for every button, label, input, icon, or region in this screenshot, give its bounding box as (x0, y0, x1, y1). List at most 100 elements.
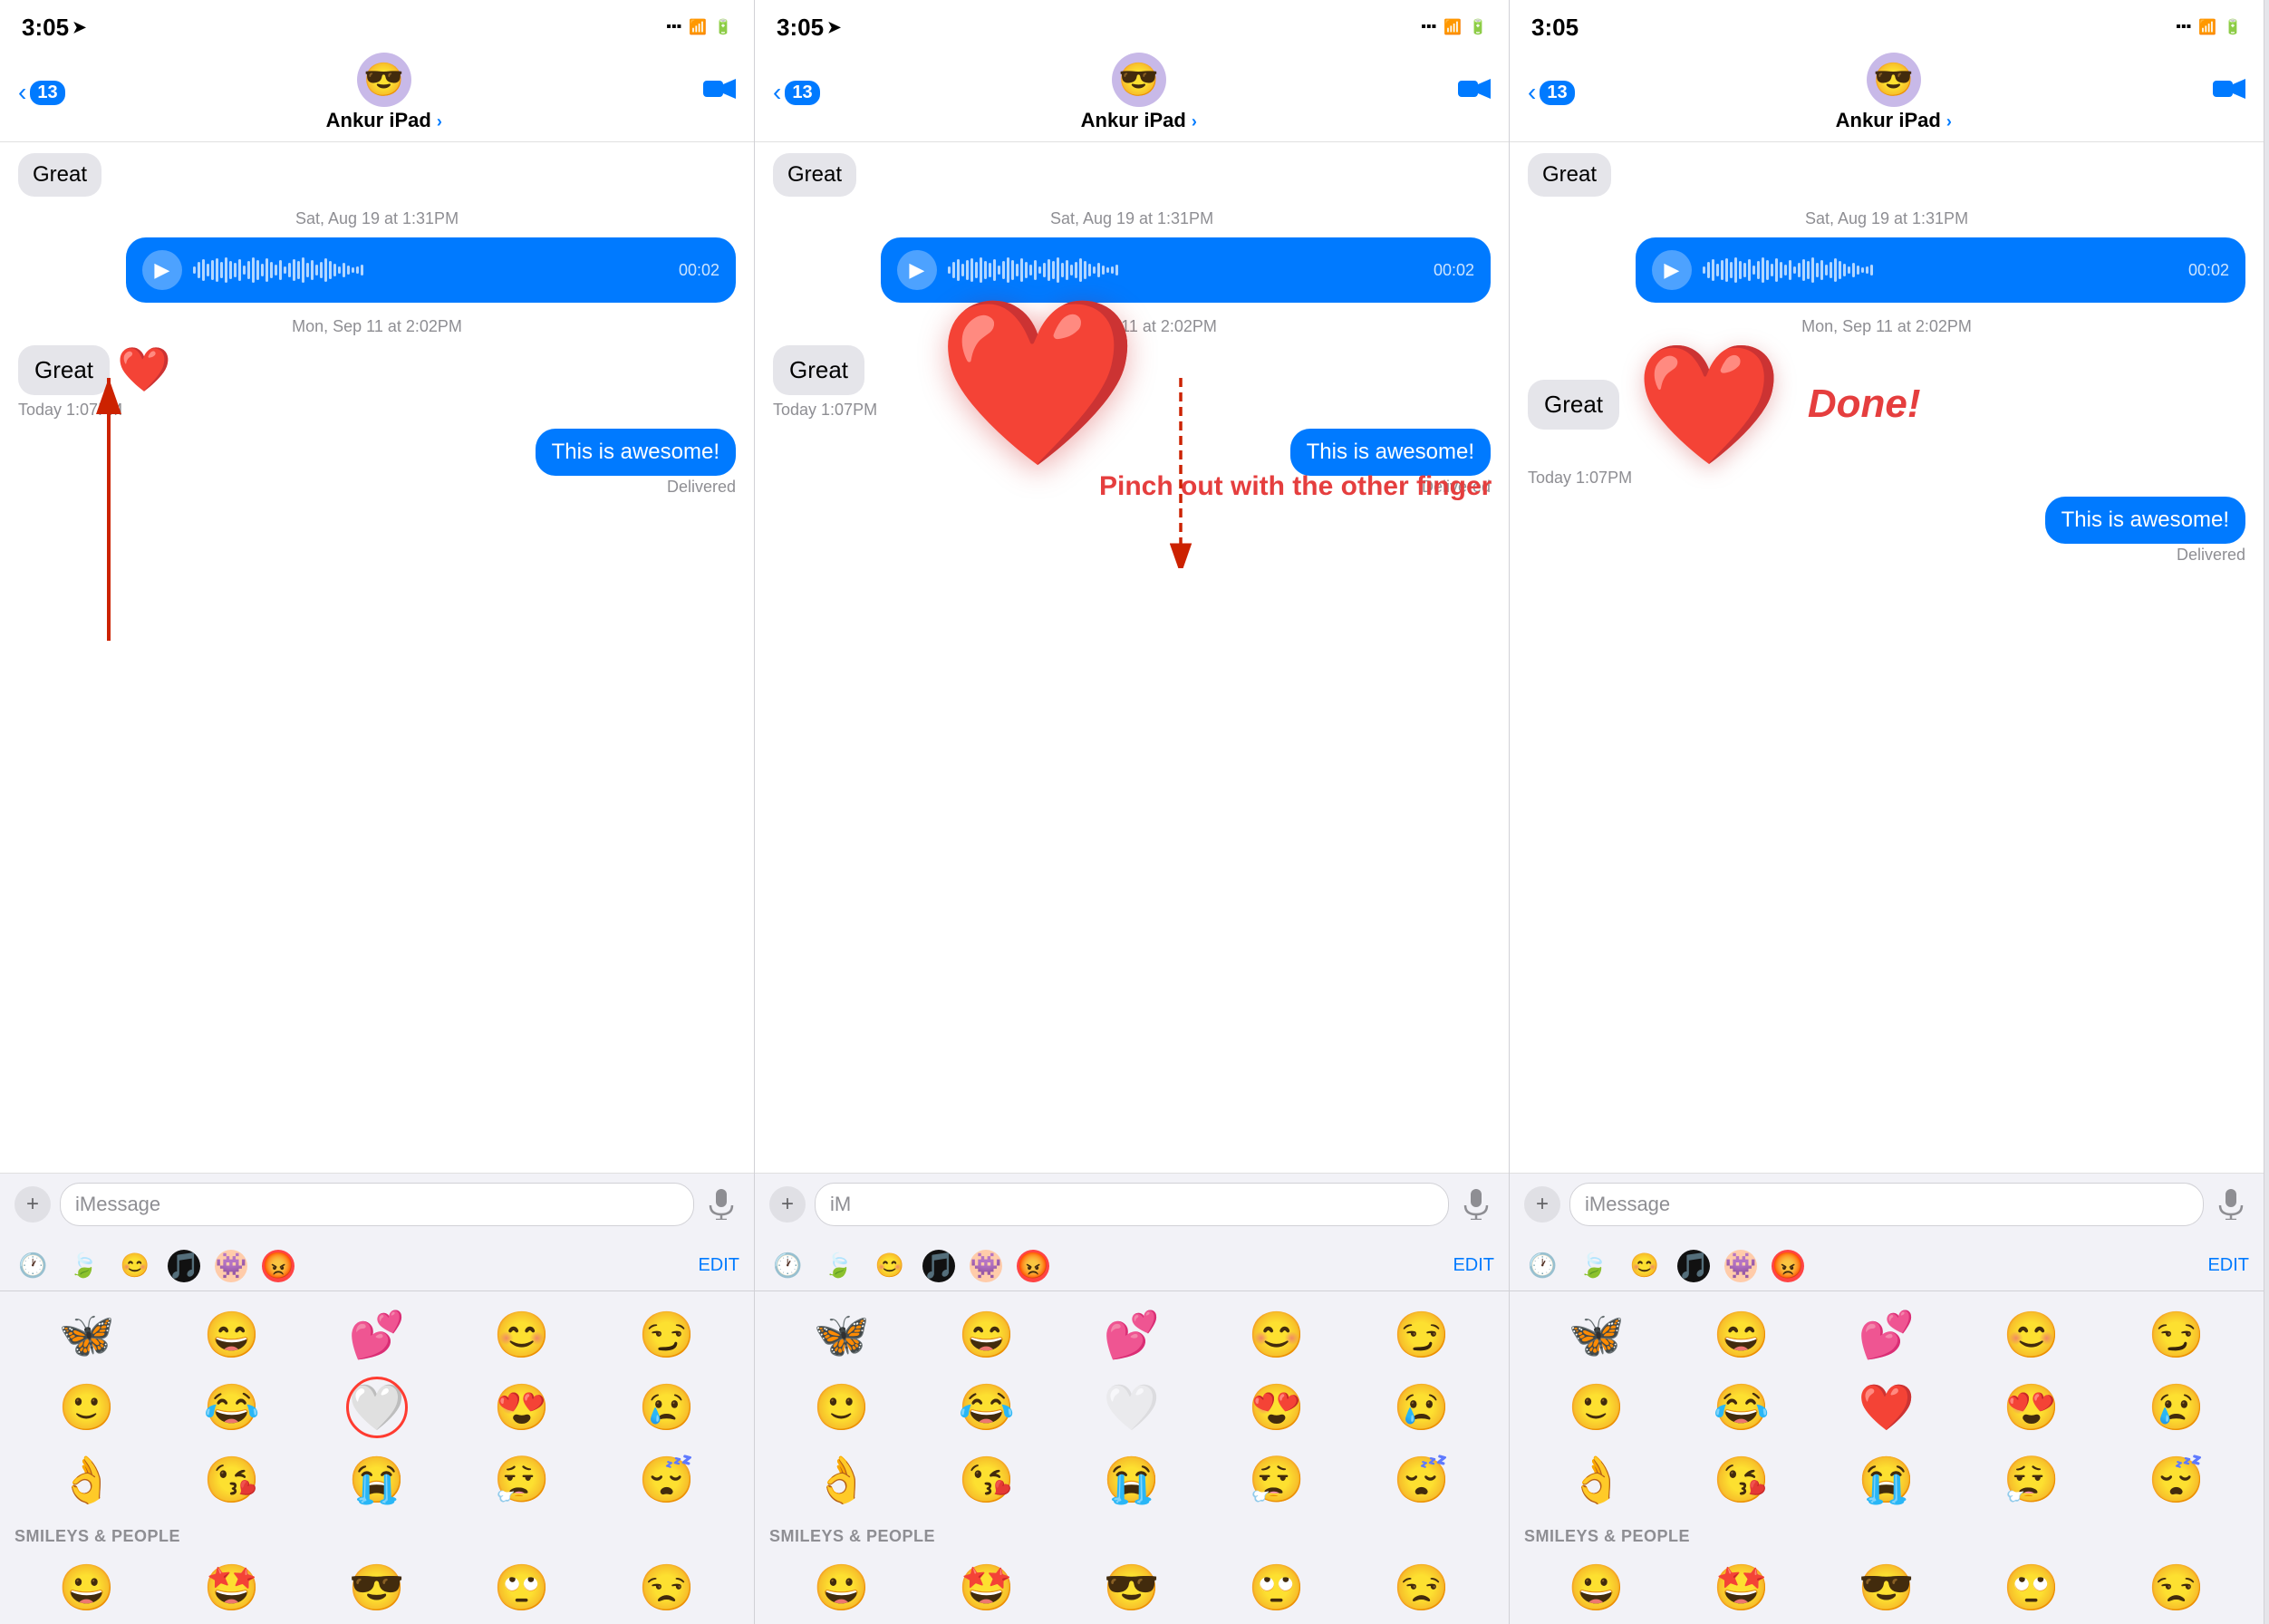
custom-tab-3-a[interactable]: 🎵 (1677, 1250, 1710, 1282)
message-input-2[interactable]: iM (815, 1183, 1449, 1226)
mic-button-3[interactable] (2213, 1186, 2249, 1223)
emoji-sob-1[interactable]: 😭 (304, 1444, 449, 1516)
emoji-sad-3[interactable]: 😢 (2104, 1371, 2249, 1444)
emoji-hearts-1[interactable]: 💕 (304, 1299, 449, 1371)
message-input-1[interactable]: iMessage (60, 1183, 694, 1226)
emoji-sleep-1[interactable]: 😴 (594, 1444, 739, 1516)
emoji-kiss-1[interactable]: 😘 (159, 1444, 304, 1516)
emoji-ok-1[interactable]: 👌 (14, 1444, 159, 1516)
emoji-exhale-1[interactable]: 😮‍💨 (449, 1444, 594, 1516)
emoji-extra-2c[interactable]: 😎 (1059, 1552, 1204, 1624)
emoji-extra-1b[interactable]: 🤩 (159, 1552, 304, 1624)
emoji-cry-laugh-2[interactable]: 😂 (914, 1371, 1059, 1444)
contact-header-3[interactable]: 😎 Ankur iPad › (1836, 53, 1952, 132)
emoji-extra-3a[interactable]: 😀 (1524, 1552, 1669, 1624)
emoji-heart-eyes-3[interactable]: 😍 (1959, 1371, 2104, 1444)
emoji-exhale-3[interactable]: 😮‍💨 (1959, 1444, 2104, 1516)
recent-tab-3[interactable]: 🕐 (1524, 1248, 1560, 1283)
emoji-ok-2[interactable]: 👌 (769, 1444, 914, 1516)
emoji-sob-2[interactable]: 😭 (1059, 1444, 1204, 1516)
contact-header-2[interactable]: 😎 Ankur iPad › (1081, 53, 1197, 132)
emoji-white-heart-2[interactable]: 🤍 (1059, 1371, 1204, 1444)
emoji-extra-3e[interactable]: 😒 (2104, 1552, 2249, 1624)
mic-button-2[interactable] (1458, 1186, 1494, 1223)
video-call-button-1[interactable] (703, 77, 736, 108)
emoji-cry-laugh-1[interactable]: 😂 (159, 1371, 304, 1444)
emoji-sob-3[interactable]: 😭 (1814, 1444, 1959, 1516)
custom-tab-2-c[interactable]: 😡 (1017, 1250, 1049, 1282)
mic-button-1[interactable] (703, 1186, 739, 1223)
emoji-heart-eyes-2[interactable]: 😍 (1204, 1371, 1349, 1444)
emoji-grin-1[interactable]: 😄 (159, 1299, 304, 1371)
contact-header-1[interactable]: 😎 Ankur iPad › (326, 53, 442, 132)
emoji-wink-3[interactable]: 😏 (2104, 1299, 2249, 1371)
emoji-extra-1d[interactable]: 🙄 (449, 1552, 594, 1624)
nature-tab-1[interactable]: 🍃 (65, 1248, 101, 1283)
emoji-butterfly-2[interactable]: 🦋 (769, 1299, 914, 1371)
emoji-smile-2[interactable]: 😊 (1204, 1299, 1349, 1371)
emoji-grin-3[interactable]: 😄 (1669, 1299, 1814, 1371)
play-button-1[interactable]: ▶ (142, 250, 182, 290)
emoji-extra-3c[interactable]: 😎 (1814, 1552, 1959, 1624)
emoji-smile2-1[interactable]: 🙂 (14, 1371, 159, 1444)
emoji-extra-3b[interactable]: 🤩 (1669, 1552, 1814, 1624)
emoji-sleep-2[interactable]: 😴 (1349, 1444, 1494, 1516)
emoji-grin-2[interactable]: 😄 (914, 1299, 1059, 1371)
smileys-tab-2[interactable]: 😊 (872, 1248, 908, 1283)
emoji-butterfly-3[interactable]: 🦋 (1524, 1299, 1669, 1371)
back-badge-3[interactable]: 13 (1540, 81, 1574, 105)
emoji-sad-1[interactable]: 😢 (594, 1371, 739, 1444)
emoji-butterfly-1[interactable]: 🦋 (14, 1299, 159, 1371)
edit-button-2[interactable]: EDIT (1453, 1255, 1494, 1276)
custom-tab-3-c[interactable]: 😡 (1772, 1250, 1804, 1282)
back-button-2[interactable]: ‹ 13 (773, 78, 820, 107)
message-input-3[interactable]: iMessage (1569, 1183, 2204, 1226)
custom-tab-1-b[interactable]: 👾 (215, 1250, 247, 1282)
emoji-hearts-3[interactable]: 💕 (1814, 1299, 1959, 1371)
emoji-smile-1[interactable]: 😊 (449, 1299, 594, 1371)
emoji-extra-2e[interactable]: 😒 (1349, 1552, 1494, 1624)
plus-button-2[interactable]: + (769, 1186, 806, 1223)
emoji-extra-2a[interactable]: 😀 (769, 1552, 914, 1624)
nature-tab-2[interactable]: 🍃 (820, 1248, 856, 1283)
emoji-extra-1e[interactable]: 😒 (594, 1552, 739, 1624)
back-badge-2[interactable]: 13 (785, 81, 819, 105)
recent-tab-1[interactable]: 🕐 (14, 1248, 51, 1283)
back-button-3[interactable]: ‹ 13 (1528, 78, 1575, 107)
nature-tab-3[interactable]: 🍃 (1575, 1248, 1611, 1283)
edit-button-1[interactable]: EDIT (698, 1255, 739, 1276)
emoji-extra-1a[interactable]: 😀 (14, 1552, 159, 1624)
custom-tab-2-b[interactable]: 👾 (970, 1250, 1002, 1282)
emoji-cry-laugh-3[interactable]: 😂 (1669, 1371, 1814, 1444)
emoji-hearts-2[interactable]: 💕 (1059, 1299, 1204, 1371)
audio-bubble-3[interactable]: ▶ 00:02 (1636, 237, 2245, 303)
plus-button-1[interactable]: + (14, 1186, 51, 1223)
edit-button-3[interactable]: EDIT (2207, 1255, 2249, 1276)
emoji-ok-3[interactable]: 👌 (1524, 1444, 1669, 1516)
video-call-button-2[interactable] (1458, 77, 1491, 108)
smileys-tab-1[interactable]: 😊 (117, 1248, 153, 1283)
audio-bubble-1[interactable]: ▶ 00:02 (126, 237, 736, 303)
emoji-sleep-3[interactable]: 😴 (2104, 1444, 2249, 1516)
emoji-extra-1c[interactable]: 😎 (304, 1552, 449, 1624)
emoji-extra-2b[interactable]: 🤩 (914, 1552, 1059, 1624)
recent-tab-2[interactable]: 🕐 (769, 1248, 806, 1283)
emoji-wink-2[interactable]: 😏 (1349, 1299, 1494, 1371)
plus-button-3[interactable]: + (1524, 1186, 1560, 1223)
custom-tab-1-a[interactable]: 🎵 (168, 1250, 200, 1282)
emoji-extra-2d[interactable]: 🙄 (1204, 1552, 1349, 1624)
emoji-extra-3d[interactable]: 🙄 (1959, 1552, 2104, 1624)
custom-tab-3-b[interactable]: 👾 (1724, 1250, 1757, 1282)
play-button-2[interactable]: ▶ (897, 250, 937, 290)
custom-tab-1-c[interactable]: 😡 (262, 1250, 294, 1282)
emoji-sad-2[interactable]: 😢 (1349, 1371, 1494, 1444)
emoji-red-heart-3[interactable]: ❤️ (1814, 1371, 1959, 1444)
play-button-3[interactable]: ▶ (1652, 250, 1692, 290)
back-badge-1[interactable]: 13 (30, 81, 64, 105)
emoji-wink-1[interactable]: 😏 (594, 1299, 739, 1371)
custom-tab-2-a[interactable]: 🎵 (922, 1250, 955, 1282)
emoji-kiss-3[interactable]: 😘 (1669, 1444, 1814, 1516)
emoji-smile2-3[interactable]: 🙂 (1524, 1371, 1669, 1444)
smileys-tab-3[interactable]: 😊 (1627, 1248, 1663, 1283)
emoji-smile-3[interactable]: 😊 (1959, 1299, 2104, 1371)
